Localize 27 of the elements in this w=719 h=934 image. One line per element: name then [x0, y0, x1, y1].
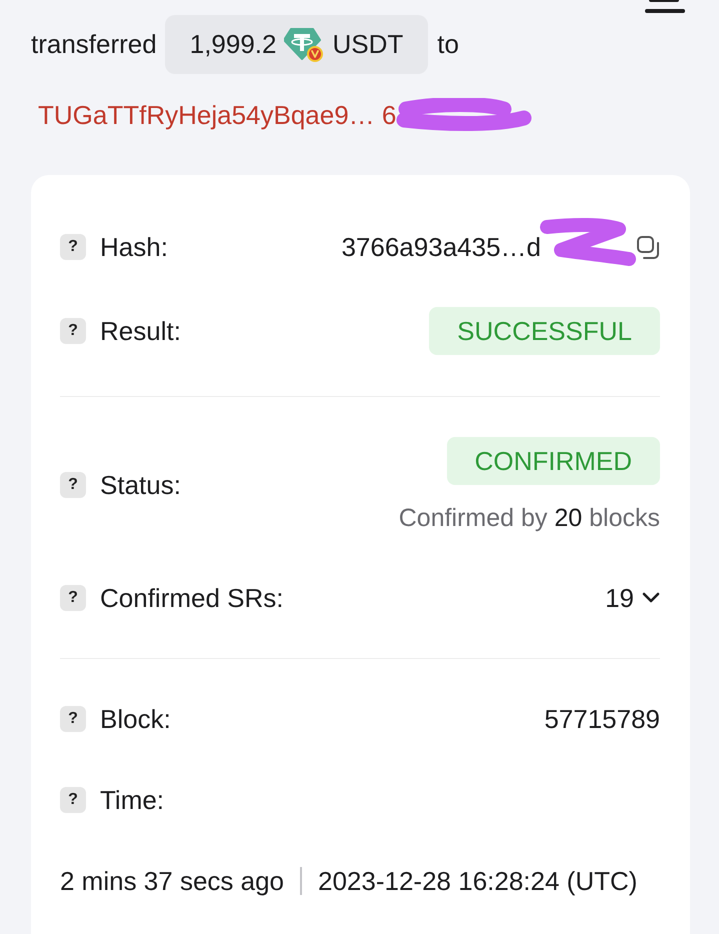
help-button[interactable]: ? — [60, 234, 86, 260]
menu-icon[interactable] — [645, 0, 685, 14]
token-amount-chip[interactable]: 1,999.2 USDT — [164, 15, 428, 74]
field-label: Block: — [100, 704, 171, 734]
field-label: Status: — [100, 470, 181, 500]
hash-text: 3766a93a435…d — [341, 232, 541, 262]
sr-count-dropdown[interactable]: 19 — [605, 582, 660, 614]
help-button[interactable]: ? — [60, 585, 86, 611]
field-label: Confirmed SRs: — [100, 582, 284, 614]
recipient-address-link[interactable]: TUGaTTfRyHeja54yBqae9… 6 — [38, 99, 396, 131]
timestamp-text: 2023-12-28 16:28:24 (UTC) — [318, 866, 638, 896]
help-button[interactable]: ? — [60, 706, 86, 732]
status-badge: CONFIRMED — [446, 437, 660, 485]
transfer-verb-text: transferred — [31, 29, 157, 60]
copy-icon[interactable] — [637, 236, 660, 258]
help-button[interactable]: ? — [60, 787, 86, 813]
confirmations-text: Confirmed by 20 blocks — [398, 503, 660, 533]
result-badge: SUCCESSFUL — [429, 307, 660, 355]
block-number-text: 57715789 — [544, 704, 660, 734]
field-label: Time: — [100, 784, 164, 816]
help-button[interactable]: ? — [60, 472, 86, 498]
relative-time-text: 2 mins 37 secs ago — [60, 866, 284, 896]
preposition-text: to — [437, 29, 459, 60]
help-button[interactable]: ? — [60, 318, 86, 344]
usdt-token-icon — [284, 26, 324, 63]
field-label: Result: — [100, 316, 181, 346]
field-label: Hash: — [100, 232, 168, 262]
